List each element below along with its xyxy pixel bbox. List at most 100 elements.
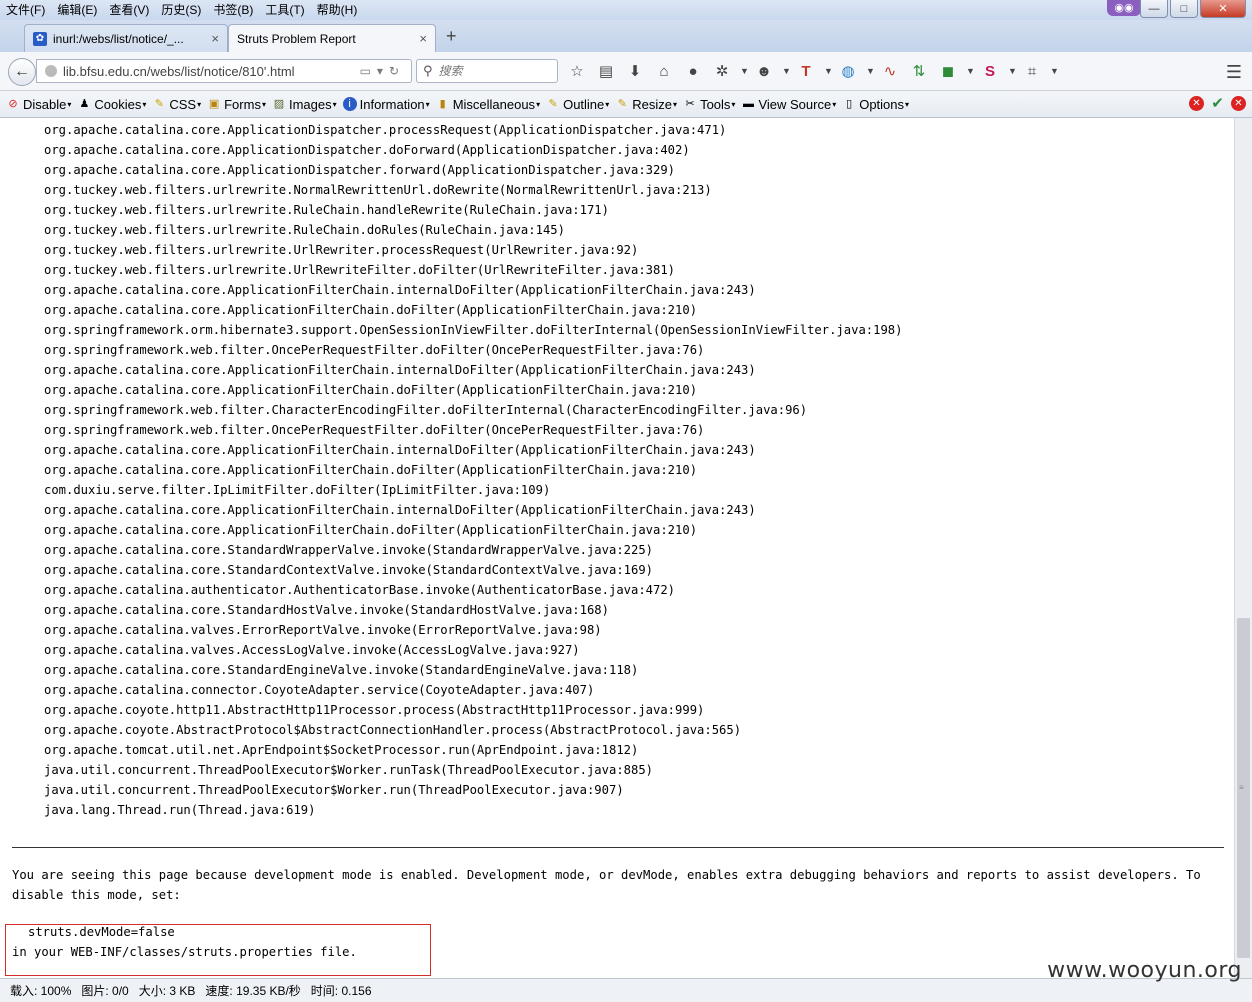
chevron-down-icon: ▾ bbox=[332, 99, 337, 109]
stack-trace-line: org.apache.catalina.core.StandardWrapper… bbox=[44, 543, 654, 557]
error-icon[interactable]: ✕ bbox=[1189, 96, 1204, 111]
devmode-message: You are seeing this page because develop… bbox=[12, 868, 1209, 902]
chevron-down-icon[interactable]: ▼ bbox=[1050, 66, 1059, 76]
stack-trace-line: org.apache.catalina.core.ApplicationFilt… bbox=[44, 443, 756, 457]
transfer-icon[interactable]: ⇅ bbox=[908, 62, 930, 80]
disable-icon: ⊘ bbox=[8, 98, 18, 110]
green-addon-icon[interactable]: ◼ bbox=[937, 62, 959, 80]
paw-icon: ✿ bbox=[33, 31, 47, 46]
chevron-down-icon: ▾ bbox=[197, 99, 202, 109]
private-mask-icon: ◉◉ bbox=[1107, 0, 1141, 16]
tab-bar: ✿ inurl:/webs/list/notice/_... × Struts … bbox=[0, 20, 1252, 52]
stack-trace-line: java.lang.Thread.run(Thread.java:619) bbox=[44, 803, 316, 817]
css-pencil-icon: ✎ bbox=[154, 98, 164, 110]
address-bar[interactable]: lib.bfsu.edu.cn/webs/list/notice/810'.ht… bbox=[36, 59, 412, 83]
devbar-options[interactable]: ▯ Options ▾ bbox=[842, 97, 909, 112]
crop-icon[interactable]: ⌗ bbox=[1021, 63, 1043, 80]
error-icon[interactable]: ✕ bbox=[1231, 96, 1246, 111]
bug-icon[interactable]: ✲ bbox=[711, 62, 733, 80]
monkey-icon[interactable]: ☻ bbox=[753, 63, 775, 80]
stack-trace-line: org.apache.catalina.core.StandardHostVal… bbox=[44, 603, 609, 617]
options-icon: ▯ bbox=[846, 98, 853, 110]
status-speed: 速度: 19.35 KB/秒 bbox=[205, 984, 301, 998]
maximize-button[interactable]: □ bbox=[1170, 0, 1198, 18]
menu-history[interactable]: 历史(S) bbox=[155, 0, 207, 20]
devbar-cookies[interactable]: ♟ Cookies ▾ bbox=[77, 97, 146, 112]
devbar-tools[interactable]: ✂ Tools ▾ bbox=[683, 97, 735, 112]
devbar-miscellaneous[interactable]: ▮ Miscellaneous ▾ bbox=[436, 97, 540, 112]
stack-trace-line: org.apache.catalina.core.ApplicationFilt… bbox=[44, 463, 698, 477]
search-input[interactable] bbox=[436, 63, 541, 79]
tab-label: inurl:/webs/list/notice/_... bbox=[53, 31, 184, 46]
graph-icon[interactable]: ∿ bbox=[879, 62, 901, 80]
menu-edit[interactable]: 编辑(E) bbox=[51, 0, 103, 20]
divider bbox=[12, 847, 1224, 848]
chevron-down-icon: ▾ bbox=[536, 99, 541, 109]
tab-label: Struts Problem Report bbox=[237, 31, 356, 46]
window-close-button[interactable]: ✕ bbox=[1200, 0, 1246, 18]
stack-trace-line: java.util.concurrent.ThreadPoolExecutor$… bbox=[44, 763, 654, 777]
home-icon[interactable]: ⌂ bbox=[653, 63, 675, 80]
chevron-down-icon: ▾ bbox=[731, 99, 736, 109]
chevron-down-icon[interactable]: ▼ bbox=[966, 66, 975, 76]
hamburger-menu-icon[interactable]: ☰ bbox=[1226, 62, 1242, 83]
web-developer-toolbar: ⊘ Disable ▾ ♟ Cookies ▾ ✎ CSS ▾ ▣ Forms ▾ ▨ Image… bbox=[0, 91, 1252, 118]
tab-close-icon[interactable]: × bbox=[211, 31, 219, 46]
s-addon-icon[interactable]: S bbox=[979, 63, 1001, 80]
devbar-information[interactable]: i Information ▾ bbox=[342, 97, 430, 112]
chevron-down-icon[interactable]: ▼ bbox=[782, 66, 791, 76]
tab-struts-problem-report[interactable]: Struts Problem Report × bbox=[228, 24, 436, 52]
devbar-css[interactable]: ✎ CSS ▾ bbox=[152, 97, 201, 112]
stack-trace-line: org.apache.catalina.core.ApplicationFilt… bbox=[44, 523, 698, 537]
resize-icon: ✎ bbox=[617, 98, 627, 110]
search-box[interactable]: ⚲ bbox=[416, 59, 558, 83]
chat-icon[interactable]: ● bbox=[682, 63, 704, 80]
stack-trace-line: org.apache.catalina.core.ApplicationFilt… bbox=[44, 383, 698, 397]
chevron-down-icon[interactable]: ▼ bbox=[866, 66, 875, 76]
tab-search-results[interactable]: ✿ inurl:/webs/list/notice/_... × bbox=[24, 24, 228, 52]
valid-check-icon[interactable]: ✔ bbox=[1210, 96, 1225, 111]
scrollbar-grip: ≡ bbox=[1239, 783, 1244, 792]
devbar-outline[interactable]: ✎ Outline ▾ bbox=[546, 97, 609, 112]
reader-reload-icons[interactable]: ▭▾↻ bbox=[360, 64, 405, 78]
cookies-icon: ♟ bbox=[79, 98, 90, 110]
back-button[interactable]: ← bbox=[8, 58, 36, 86]
devbar-status-icons: ✕ ✔ ✕ bbox=[1189, 96, 1246, 111]
stack-trace-line: java.util.concurrent.ThreadPoolExecutor$… bbox=[44, 783, 624, 797]
menu-bar: 文件(F) 编辑(E) 查看(V) 历史(S) 书签(B) 工具(T) 帮助(H… bbox=[0, 0, 1252, 20]
tab-close-icon[interactable]: × bbox=[419, 31, 427, 46]
menu-bookmarks[interactable]: 书签(B) bbox=[207, 0, 259, 20]
vertical-scrollbar[interactable]: ≡ bbox=[1234, 118, 1252, 978]
stack-trace-line: org.apache.catalina.core.ApplicationFilt… bbox=[44, 303, 698, 317]
view-source-icon: ▬ bbox=[742, 98, 754, 110]
stack-trace-line: org.tuckey.web.filters.urlrewrite.Normal… bbox=[44, 183, 712, 197]
devbar-images[interactable]: ▨ Images ▾ bbox=[272, 97, 337, 112]
download-icon[interactable]: ⬇ bbox=[624, 62, 646, 80]
images-icon: ▨ bbox=[273, 98, 285, 110]
watermark: www.wooyun.org bbox=[1047, 958, 1242, 983]
forms-icon: ▣ bbox=[208, 98, 220, 110]
stack-trace: org.apache.catalina.core.ApplicationDisp… bbox=[44, 120, 903, 820]
chevron-down-icon[interactable]: ▼ bbox=[740, 66, 749, 76]
globe-addon-icon[interactable]: ◍ bbox=[837, 62, 859, 80]
text-t-icon[interactable]: T bbox=[795, 63, 817, 80]
minimize-button[interactable]: — bbox=[1140, 0, 1168, 18]
stack-trace-line: org.apache.catalina.core.StandardContext… bbox=[44, 563, 654, 577]
new-tab-button[interactable]: + bbox=[446, 26, 457, 47]
devbar-resize[interactable]: ✎ Resize ▾ bbox=[615, 97, 677, 112]
menu-help[interactable]: 帮助(H) bbox=[311, 0, 364, 20]
devbar-forms[interactable]: ▣ Forms ▾ bbox=[207, 97, 266, 112]
chevron-down-icon[interactable]: ▼ bbox=[1008, 66, 1017, 76]
menu-file[interactable]: 文件(F) bbox=[0, 0, 51, 20]
stack-trace-line: org.apache.coyote.AbstractProtocol$Abstr… bbox=[44, 723, 742, 737]
devbar-view-source[interactable]: ▬ View Source ▾ bbox=[741, 97, 836, 112]
chevron-down-icon: ▾ bbox=[261, 99, 266, 109]
status-load: 载入: 100% bbox=[10, 984, 72, 998]
menu-view[interactable]: 查看(V) bbox=[103, 0, 155, 20]
globe-icon bbox=[45, 65, 57, 77]
devbar-disable[interactable]: ⊘ Disable ▾ bbox=[6, 97, 71, 112]
menu-tools[interactable]: 工具(T) bbox=[259, 0, 310, 20]
bookmarks-list-icon[interactable]: ▤ bbox=[595, 62, 617, 80]
bookmark-star-icon[interactable]: ☆ bbox=[566, 62, 588, 80]
chevron-down-icon[interactable]: ▼ bbox=[824, 66, 833, 76]
